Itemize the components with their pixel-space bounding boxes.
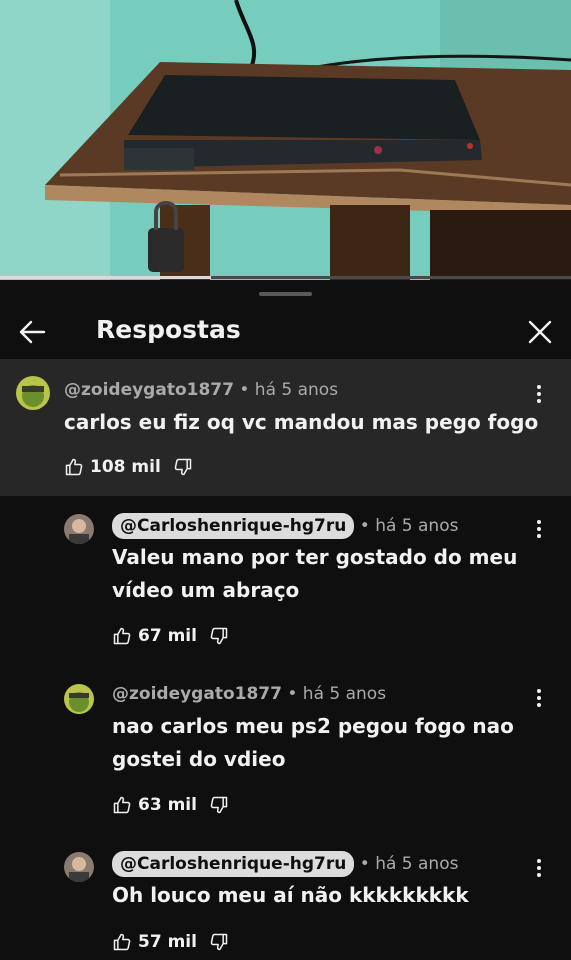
arrow-left-icon: [19, 320, 46, 344]
comment-author[interactable]: @zoideygato1877: [64, 380, 234, 400]
comment-text: Oh louco meu aí não kkkkkkkkk: [112, 883, 469, 907]
like-button[interactable]: [112, 626, 132, 646]
comment-text: carlos eu fiz oq vc mandou mas pego fogo: [64, 410, 539, 434]
reply-item: @zoideygato1877 • há 5 anos nao carlos m…: [0, 666, 571, 836]
thumb-up-icon: [65, 458, 83, 476]
dislike-button[interactable]: [209, 932, 229, 952]
thumb-up-icon: [113, 933, 131, 951]
video-player[interactable]: [0, 0, 571, 280]
meta-separator: •: [287, 684, 298, 704]
thumb-down-icon: [210, 933, 228, 951]
drag-handle[interactable]: [259, 292, 312, 296]
like-button[interactable]: [112, 932, 132, 952]
thumb-down-icon: [210, 627, 228, 645]
avatar-image: [16, 376, 50, 410]
panel-header: Respostas: [0, 302, 571, 360]
thumb-down-icon: [210, 796, 228, 814]
comment-menu-button[interactable]: [527, 686, 551, 710]
comment-author-creator[interactable]: @Carloshenrique-hg7ru: [112, 513, 355, 539]
thumb-down-icon: [174, 458, 192, 476]
avatar[interactable]: [64, 684, 94, 714]
thumb-up-icon: [113, 796, 131, 814]
comment-text-line: vídeo um abraço: [112, 578, 300, 602]
dislike-button[interactable]: [173, 457, 193, 477]
comment-actions: 67 mil: [112, 624, 229, 648]
avatar-image: [64, 684, 94, 714]
comment-time: há 5 anos: [375, 516, 459, 536]
comment-text: Valeu mano por ter gostado do meu vídeo …: [112, 541, 517, 607]
meta-separator: •: [359, 516, 370, 536]
avatar[interactable]: [64, 852, 94, 882]
like-count: 67 mil: [138, 626, 197, 646]
comment-text: nao carlos meu ps2 pegou fogo nao gostei…: [112, 710, 514, 776]
back-button[interactable]: [14, 314, 50, 350]
avatar-image: [64, 852, 94, 882]
like-count: 63 mil: [138, 795, 197, 815]
avatar[interactable]: [16, 376, 50, 410]
replies-panel: Respostas @zoideygato1877 • há 5 anos ca…: [0, 282, 571, 960]
meta-separator: •: [239, 380, 250, 400]
video-progress-fill: [0, 276, 212, 279]
dislike-button[interactable]: [209, 626, 229, 646]
video-progress-bar[interactable]: [0, 276, 571, 279]
more-vert-icon: [537, 385, 541, 403]
like-count: 108 mil: [90, 457, 161, 477]
video-frame: [0, 0, 571, 280]
comment-actions: 108 mil: [64, 455, 193, 479]
like-button[interactable]: [64, 457, 84, 477]
panel-title: Respostas: [96, 315, 241, 344]
comment-time: há 5 anos: [302, 684, 387, 704]
thumb-up-icon: [113, 627, 131, 645]
avatar[interactable]: [64, 514, 94, 544]
more-vert-icon: [537, 689, 541, 707]
comment-time: há 5 anos: [375, 854, 459, 874]
reply-item: @Carloshenrique-hg7ru • há 5 anos Oh lou…: [0, 836, 571, 960]
comment-meta: @Carloshenrique-hg7ru • há 5 anos: [112, 513, 459, 539]
comment-text-line: gostei do vdieo: [112, 747, 286, 771]
comment-author[interactable]: @zoideygato1877: [112, 684, 282, 704]
comment-menu-button[interactable]: [527, 517, 551, 541]
like-button[interactable]: [112, 795, 132, 815]
parent-comment: @zoideygato1877 • há 5 anos carlos eu fi…: [0, 360, 571, 496]
comment-meta: @zoideygato1877 • há 5 anos: [112, 684, 386, 704]
comment-actions: 57 mil: [112, 930, 229, 954]
comment-meta: @Carloshenrique-hg7ru • há 5 anos: [112, 851, 459, 877]
comment-menu-button[interactable]: [527, 856, 551, 880]
meta-separator: •: [359, 854, 370, 874]
comment-text-line: nao carlos meu ps2 pegou fogo nao: [112, 714, 514, 738]
comment-meta: @zoideygato1877 • há 5 anos: [64, 380, 338, 400]
reply-item: @Carloshenrique-hg7ru • há 5 anos Valeu …: [0, 496, 571, 666]
comment-actions: 63 mil: [112, 793, 229, 817]
like-count: 57 mil: [138, 932, 197, 952]
more-vert-icon: [537, 859, 541, 877]
close-icon: [528, 320, 552, 344]
comment-text-line: Valeu mano por ter gostado do meu: [112, 545, 518, 569]
avatar-image: [64, 514, 94, 544]
comment-time: há 5 anos: [254, 380, 339, 400]
more-vert-icon: [537, 520, 541, 538]
comment-menu-button[interactable]: [527, 382, 551, 406]
comment-author-creator[interactable]: @Carloshenrique-hg7ru: [112, 851, 355, 877]
dislike-button[interactable]: [209, 795, 229, 815]
close-button[interactable]: [522, 314, 558, 350]
